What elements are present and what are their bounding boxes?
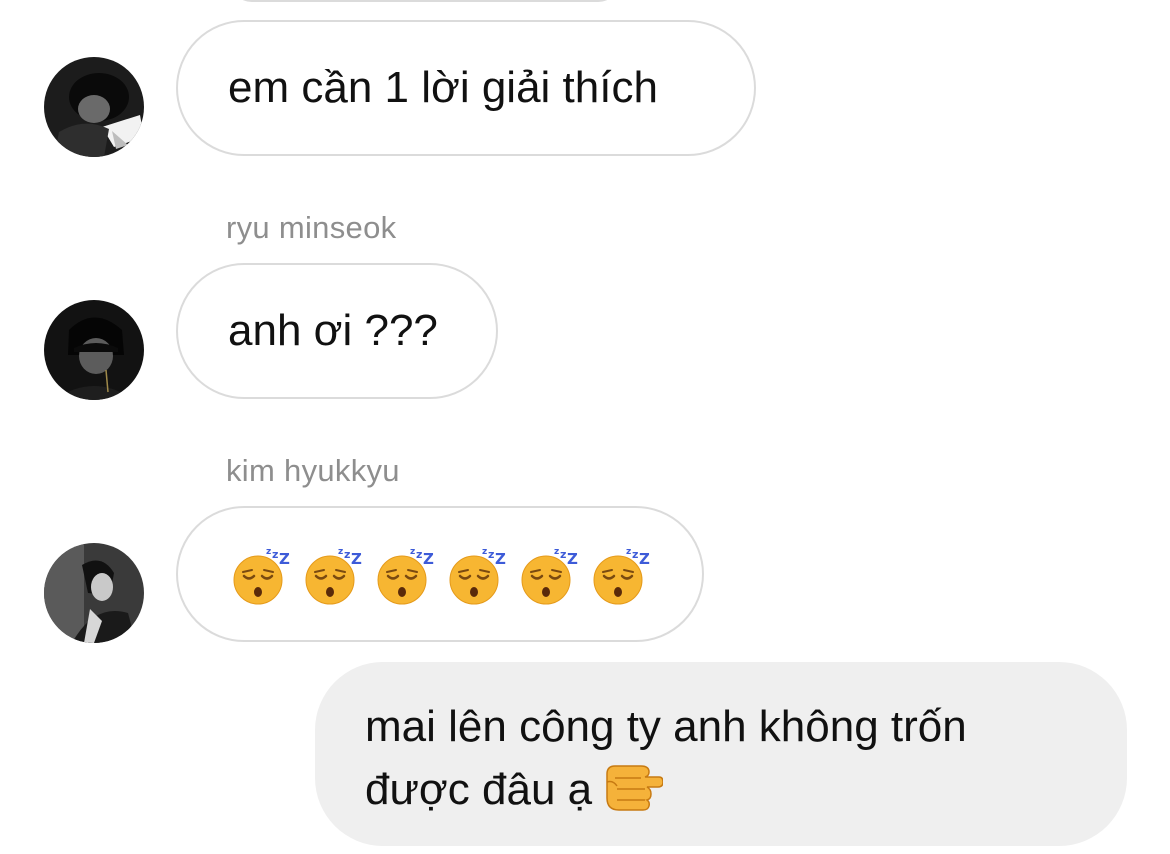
sleeping-face-icon: z z Z bbox=[521, 547, 578, 605]
svg-text:z: z bbox=[416, 548, 422, 561]
sender-name: kim hyukkyu bbox=[226, 453, 400, 488]
svg-text:Z: Z bbox=[351, 550, 362, 568]
message-bubble[interactable]: em cần 1 lời giải thích bbox=[176, 20, 756, 156]
user-avatar-1-icon bbox=[44, 57, 144, 157]
pointing-fist-icon bbox=[605, 765, 663, 811]
sleeping-face-icon: z z Z bbox=[449, 547, 506, 605]
outgoing-message-bubble[interactable]: mai lên công ty anh không trốn được đâu … bbox=[315, 662, 1127, 846]
svg-text:z: z bbox=[410, 547, 415, 557]
message-text: anh ơi ??? bbox=[228, 305, 438, 355]
message-bubble[interactable]: anh ơi ??? bbox=[176, 263, 498, 399]
sender-avatar[interactable] bbox=[44, 543, 144, 643]
sleeping-face-icon: z z Z bbox=[305, 547, 362, 605]
outgoing-message-text: mai lên công ty anh không trốn được đâu … bbox=[365, 702, 967, 814]
sleeping-face-icon: z z Z bbox=[233, 547, 290, 605]
svg-text:Z: Z bbox=[639, 550, 650, 568]
sender-name: ryu minseok bbox=[226, 210, 397, 245]
svg-text:Z: Z bbox=[279, 550, 290, 568]
previous-message-bubble[interactable] bbox=[230, 0, 620, 2]
sender-avatar[interactable] bbox=[44, 300, 144, 400]
svg-text:z: z bbox=[632, 548, 638, 561]
sleeping-face-icon: z z Z bbox=[593, 547, 650, 605]
svg-text:z: z bbox=[488, 548, 494, 561]
svg-text:z: z bbox=[482, 547, 487, 557]
svg-text:z: z bbox=[272, 548, 278, 561]
svg-text:z: z bbox=[266, 547, 271, 557]
svg-text:Z: Z bbox=[423, 550, 434, 568]
sleeping-face-icon: z z Z bbox=[377, 547, 434, 605]
user-avatar-3-icon bbox=[44, 543, 144, 643]
user-avatar-2-icon bbox=[44, 300, 144, 400]
svg-text:z: z bbox=[560, 548, 566, 561]
emoji-row: z z Z z z Z z z Z z z Z z z Z z z Z bbox=[228, 542, 652, 606]
svg-text:z: z bbox=[626, 547, 631, 557]
svg-text:z: z bbox=[554, 547, 559, 557]
svg-text:z: z bbox=[338, 547, 343, 557]
svg-text:z: z bbox=[344, 548, 350, 561]
sender-avatar[interactable] bbox=[44, 57, 144, 157]
svg-text:Z: Z bbox=[495, 550, 506, 568]
message-bubble[interactable]: z z Z z z Z z z Z z z Z z z Z z z Z bbox=[176, 506, 704, 642]
message-text: em cần 1 lời giải thích bbox=[228, 62, 658, 112]
svg-text:Z: Z bbox=[567, 550, 578, 568]
chat-thread[interactable]: em cần 1 lời giải thích ryu minseok anh … bbox=[0, 0, 1170, 854]
